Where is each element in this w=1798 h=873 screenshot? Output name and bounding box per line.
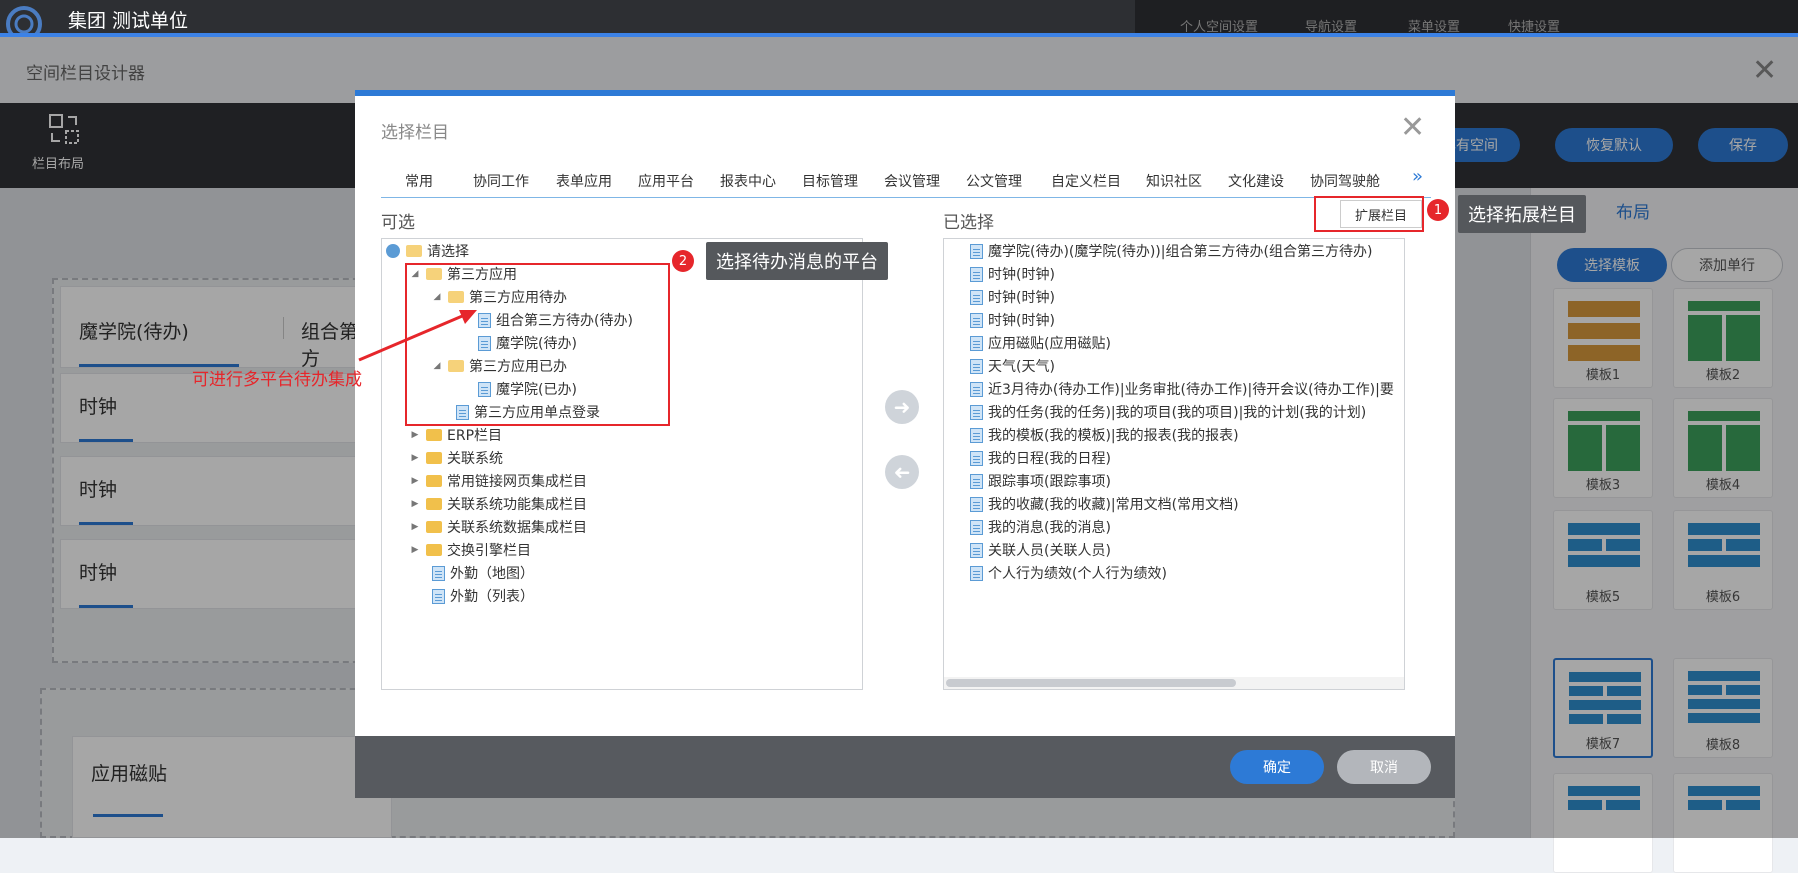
selected-item[interactable]: 个人行为绩效(个人行为绩效) xyxy=(970,563,1167,583)
folder-icon xyxy=(406,245,422,257)
tab-reports[interactable]: 报表中心 xyxy=(720,171,776,191)
document-icon xyxy=(970,289,983,305)
selected-item[interactable]: 我的消息(我的消息) xyxy=(970,517,1111,537)
tree-field-map[interactable]: 外勤（地图） xyxy=(432,563,534,583)
tree-field-list[interactable]: 外勤（列表） xyxy=(432,586,534,606)
more-tabs-chevron-icon[interactable]: » xyxy=(1412,166,1423,187)
expand-icon[interactable]: ▶ xyxy=(410,453,420,463)
tree-data[interactable]: ▶ 关联系统数据集成栏目 xyxy=(410,517,587,537)
tab-forms[interactable]: 表单应用 xyxy=(556,171,612,191)
folder-icon xyxy=(426,544,442,556)
tree-related[interactable]: ▶ 关联系统 xyxy=(410,448,503,468)
tab-documents[interactable]: 公文管理 xyxy=(966,171,1022,191)
tree-links[interactable]: ▶ 常用链接网页集成栏目 xyxy=(410,471,587,491)
category-tabs: 常用 协同工作 表单应用 应用平台 报表中心 目标管理 会议管理 公文管理 自定… xyxy=(381,162,1431,198)
annotation-box-1 xyxy=(1314,196,1424,232)
tab-goals[interactable]: 目标管理 xyxy=(802,171,858,191)
folder-icon xyxy=(426,475,442,487)
selected-item[interactable]: 时钟(时钟) xyxy=(970,310,1055,330)
top-header: 集团 测试单位 个人空间设置 导航设置 菜单设置 快捷设置 xyxy=(0,0,1798,37)
tree-func[interactable]: ▶ 关联系统功能集成栏目 xyxy=(410,494,587,514)
tab-cockpit[interactable]: 协同驾驶舱 xyxy=(1310,171,1380,191)
tab-common[interactable]: 常用 xyxy=(405,171,433,191)
selected-label: 已选择 xyxy=(943,213,994,233)
document-icon xyxy=(970,450,983,466)
annotation-callout-1: 选择拓展栏目 xyxy=(1458,195,1586,233)
document-icon xyxy=(970,312,983,328)
document-icon xyxy=(432,565,445,581)
annotation-badge-2: 2 xyxy=(672,250,694,272)
annotation-badge-1: 1 xyxy=(1427,199,1449,221)
expand-icon[interactable]: ▶ xyxy=(410,545,420,555)
selected-item[interactable]: 我的模板(我的模板)|我的报表(我的报表) xyxy=(970,425,1239,445)
dialog-footer: 确定 取消 xyxy=(355,736,1455,798)
selected-item[interactable]: 时钟(时钟) xyxy=(970,264,1055,284)
selected-item[interactable]: 近3月待办(待办工作)|业务审批(待办工作)|待开会议(待办工作)|要 xyxy=(970,379,1394,399)
add-arrow-icon[interactable]: ➜ xyxy=(885,390,919,424)
document-icon xyxy=(970,381,983,397)
tree-erp[interactable]: ▶ ERP栏目 xyxy=(410,425,502,445)
document-icon xyxy=(970,542,983,558)
selected-item[interactable]: 关联人员(关联人员) xyxy=(970,540,1111,560)
tree-exchange[interactable]: ▶ 交换引擎栏目 xyxy=(410,540,531,560)
scrollbar-thumb[interactable] xyxy=(946,679,1236,687)
document-icon xyxy=(970,427,983,443)
selected-item[interactable]: 魔学院(待办)(魔学院(待办))|组合第三方待办(组合第三方待办) xyxy=(970,241,1372,261)
selected-item[interactable]: 我的日程(我的日程) xyxy=(970,448,1111,468)
annotation-callout-2: 选择待办消息的平台 xyxy=(706,242,888,280)
remove-arrow-icon[interactable]: ➜ xyxy=(885,455,919,489)
selected-list[interactable]: 魔学院(待办)(魔学院(待办))|组合第三方待办(组合第三方待办) 时钟(时钟)… xyxy=(943,238,1405,690)
available-label: 可选 xyxy=(381,213,415,233)
expand-icon[interactable]: ▶ xyxy=(410,476,420,486)
folder-icon xyxy=(426,498,442,510)
document-icon xyxy=(970,496,983,512)
horizontal-scrollbar[interactable] xyxy=(944,677,1404,689)
folder-icon xyxy=(426,429,442,441)
folder-icon xyxy=(426,452,442,464)
expand-icon[interactable]: ▶ xyxy=(410,522,420,532)
tab-custom[interactable]: 自定义栏目 xyxy=(1051,171,1121,191)
selected-item[interactable]: 时钟(时钟) xyxy=(970,287,1055,307)
ok-button[interactable]: 确定 xyxy=(1230,750,1324,784)
document-icon xyxy=(970,358,983,374)
org-name: 集团 测试单位 xyxy=(68,10,189,32)
select-column-dialog: 选择栏目 ✕ 常用 协同工作 表单应用 应用平台 报表中心 目标管理 会议管理 … xyxy=(355,90,1455,798)
tab-collaboration[interactable]: 协同工作 xyxy=(473,171,529,191)
document-icon xyxy=(970,565,983,581)
annotation-note-3: 可进行多平台待办集成 xyxy=(192,370,362,390)
document-icon xyxy=(970,243,983,259)
document-icon xyxy=(970,266,983,282)
document-icon xyxy=(970,335,983,351)
root-icon xyxy=(386,244,400,258)
selected-item[interactable]: 天气(天气) xyxy=(970,356,1055,376)
selected-item[interactable]: 我的任务(我的任务)|我的项目(我的项目)|我的计划(我的计划) xyxy=(970,402,1366,422)
dialog-close-icon[interactable]: ✕ xyxy=(1400,110,1425,145)
tab-culture[interactable]: 文化建设 xyxy=(1228,171,1284,191)
dialog-title: 选择栏目 xyxy=(381,123,449,143)
annotation-arrow-icon xyxy=(358,310,477,362)
tab-meetings[interactable]: 会议管理 xyxy=(884,171,940,191)
selected-item[interactable]: 应用磁贴(应用磁贴) xyxy=(970,333,1111,353)
dialog-accent-line xyxy=(355,90,1455,96)
selected-item[interactable]: 我的收藏(我的收藏)|常用文档(常用文档) xyxy=(970,494,1239,514)
document-icon xyxy=(970,404,983,420)
tree-root[interactable]: 请选择 xyxy=(386,241,469,261)
document-icon xyxy=(432,588,445,604)
cancel-button[interactable]: 取消 xyxy=(1337,750,1431,784)
document-icon xyxy=(970,473,983,489)
expand-icon[interactable]: ▶ xyxy=(410,499,420,509)
expand-icon[interactable]: ▶ xyxy=(410,430,420,440)
tab-knowledge[interactable]: 知识社区 xyxy=(1146,171,1202,191)
document-icon xyxy=(970,519,983,535)
folder-icon xyxy=(426,521,442,533)
selected-item[interactable]: 跟踪事项(跟踪事项) xyxy=(970,471,1111,491)
tab-app-platform[interactable]: 应用平台 xyxy=(638,171,694,191)
org-logo-icon xyxy=(6,6,42,34)
